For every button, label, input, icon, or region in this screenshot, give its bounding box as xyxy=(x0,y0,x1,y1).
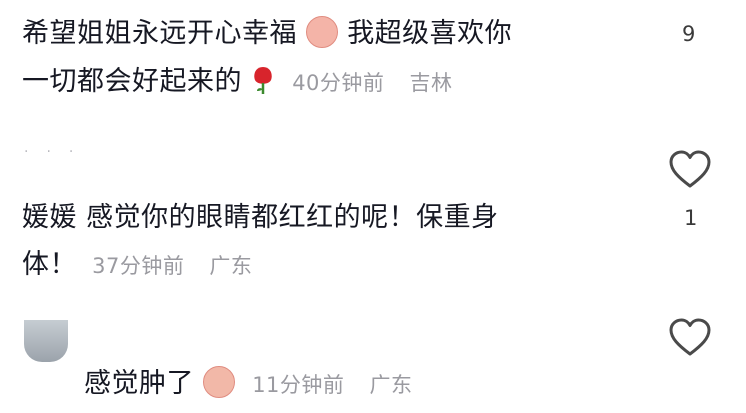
comment-3-line-1: 感觉肿了 11分钟前 广东 xyxy=(84,364,413,405)
comment-1-text-b: 我超级喜欢你 xyxy=(347,18,513,49)
comment-2-author[interactable]: 媛媛 xyxy=(22,202,77,233)
comment-1-time: 40分钟前 xyxy=(292,71,385,95)
comment-2-text: 感觉你的眼睛都红红的呢！保重身 xyxy=(86,202,499,233)
rose-emoji-icon xyxy=(254,66,272,94)
comment-1-line-2: 一切都会好起来的 40分钟前 吉林 xyxy=(22,62,453,103)
comment-1-text-a: 希望姐姐永远开心幸福 xyxy=(22,18,297,49)
sad-face-emoji-icon xyxy=(203,365,236,398)
comment-2-time: 37分钟前 xyxy=(92,254,185,278)
comment-3-time: 11分钟前 xyxy=(252,373,345,397)
comment-1-text-c: 一切都会好起来的 xyxy=(22,66,242,97)
heart-icon[interactable] xyxy=(668,318,712,358)
blush-face-emoji-icon xyxy=(306,15,339,48)
comment-2-text-2: 体！ xyxy=(22,249,77,280)
heart-icon[interactable] xyxy=(668,150,712,190)
comment-1-line-1: 希望姐姐永远开心幸福 我超级喜欢你 xyxy=(22,14,512,54)
avatar[interactable] xyxy=(24,320,68,362)
separator-dots: ··· xyxy=(24,144,92,160)
comment-2-line-1: 媛媛 感觉你的眼睛都红红的呢！保重身 xyxy=(22,198,499,238)
comment-1-location: 吉林 xyxy=(409,71,453,95)
comment-1-like-count: 9 xyxy=(682,22,696,46)
comment-2-location: 广东 xyxy=(209,254,253,278)
comment-3-text: 感觉肿了 xyxy=(84,368,194,399)
comment-2-like-count: 1 xyxy=(684,206,698,230)
comment-3-location: 广东 xyxy=(369,373,413,397)
comment-2-line-2: 体！ 37分钟前 广东 xyxy=(22,245,252,286)
